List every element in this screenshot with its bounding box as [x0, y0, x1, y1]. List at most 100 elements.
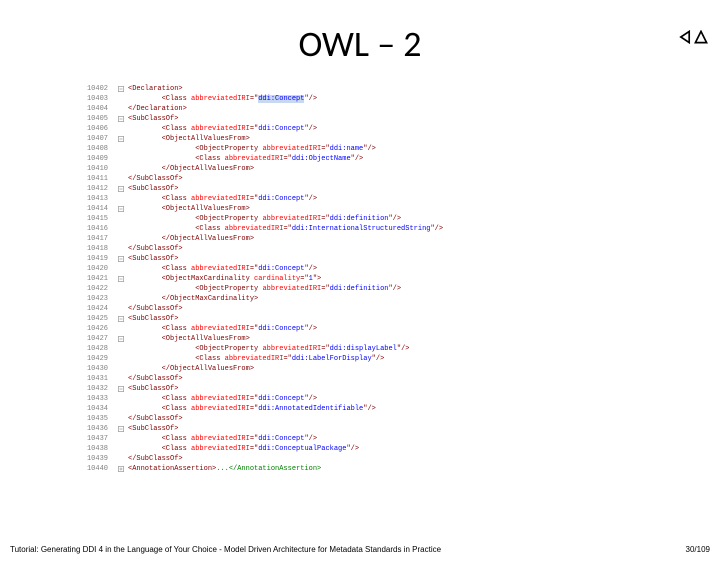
line-number: 10404 — [80, 104, 114, 114]
code-line: 10433 <Class abbreviatedIRI="ddi:Concept… — [80, 394, 640, 404]
line-number: 10420 — [80, 264, 114, 274]
code-line: 10435</SubClassOf> — [80, 414, 640, 424]
fold-gutter — [114, 234, 128, 244]
code-content: <Declaration> — [128, 84, 640, 94]
fold-gutter — [114, 124, 128, 134]
fold-gutter[interactable] — [114, 314, 128, 324]
fold-gutter — [114, 174, 128, 184]
fold-gutter — [114, 434, 128, 444]
code-content: <ObjectAllValuesFrom> — [128, 134, 640, 144]
code-content: <SubClassOf> — [128, 254, 640, 264]
code-content: <Class abbreviatedIRI="ddi:International… — [128, 224, 640, 234]
fold-gutter[interactable] — [114, 274, 128, 284]
line-number: 10426 — [80, 324, 114, 334]
line-number: 10407 — [80, 134, 114, 144]
code-line: 10402 <Declaration> — [80, 84, 640, 94]
prev-icon[interactable] — [678, 30, 692, 49]
fold-gutter — [114, 444, 128, 454]
code-line: 10431</SubClassOf> — [80, 374, 640, 384]
line-number: 10437 — [80, 434, 114, 444]
code-content: <Class abbreviatedIRI="ddi:ConceptualPac… — [128, 444, 640, 454]
code-content: <Class abbreviatedIRI="ddi:Concept"/> — [128, 264, 640, 274]
code-line: 10423 </ObjectMaxCardinality> — [80, 294, 640, 304]
fold-gutter[interactable] — [114, 84, 128, 94]
code-line: 10412<SubClassOf> — [80, 184, 640, 194]
code-content: </ObjectAllValuesFrom> — [128, 234, 640, 244]
footer-text: Tutorial: Generating DDI 4 in the Langua… — [10, 545, 441, 554]
line-number: 10416 — [80, 224, 114, 234]
line-number: 10435 — [80, 414, 114, 424]
code-content: <Class abbreviatedIRI="ddi:Concept"/> — [128, 94, 640, 104]
fold-gutter — [114, 414, 128, 424]
code-line: 10439 </SubClassOf> — [80, 454, 640, 464]
line-number: 10422 — [80, 284, 114, 294]
next-icon[interactable] — [694, 30, 708, 49]
fold-gutter[interactable] — [114, 334, 128, 344]
fold-gutter[interactable] — [114, 114, 128, 124]
line-number: 10405 — [80, 114, 114, 124]
code-content: <Class abbreviatedIRI="ddi:Concept"/> — [128, 324, 640, 334]
fold-gutter — [114, 394, 128, 404]
code-line: 10411</SubClassOf> — [80, 174, 640, 184]
code-line: 10415 <ObjectProperty abbreviatedIRI="dd… — [80, 214, 640, 224]
fold-gutter — [114, 214, 128, 224]
slide-footer: Tutorial: Generating DDI 4 in the Langua… — [10, 545, 710, 554]
code-content: </SubClassOf> — [128, 454, 640, 464]
line-number: 10414 — [80, 204, 114, 214]
code-content: </ObjectAllValuesFrom> — [128, 364, 640, 374]
code-content: <SubClassOf> — [128, 114, 640, 124]
code-line: 10434 <Class abbreviatedIRI="ddi:Annotat… — [80, 404, 640, 414]
line-number: 10425 — [80, 314, 114, 324]
line-number: 10403 — [80, 94, 114, 104]
code-content: <ObjectProperty abbreviatedIRI="ddi:defi… — [128, 284, 640, 294]
code-content: <Class abbreviatedIRI="ddi:ObjectName"/> — [128, 154, 640, 164]
fold-gutter[interactable] — [114, 464, 128, 474]
fold-gutter — [114, 244, 128, 254]
code-content: </SubClassOf> — [128, 304, 640, 314]
code-content: <Class abbreviatedIRI="ddi:LabelForDispl… — [128, 354, 640, 364]
fold-gutter — [114, 344, 128, 354]
code-content: <ObjectProperty abbreviatedIRI="ddi:name… — [128, 144, 640, 154]
code-content: <ObjectAllValuesFrom> — [128, 204, 640, 214]
line-number: 10428 — [80, 344, 114, 354]
code-line: 10408 <ObjectProperty abbreviatedIRI="dd… — [80, 144, 640, 154]
fold-gutter — [114, 164, 128, 174]
fold-gutter — [114, 264, 128, 274]
line-number: 10419 — [80, 254, 114, 264]
fold-gutter — [114, 324, 128, 334]
fold-gutter — [114, 304, 128, 314]
line-number: 10402 — [80, 84, 114, 94]
line-number: 10427 — [80, 334, 114, 344]
fold-gutter[interactable] — [114, 384, 128, 394]
line-number: 10408 — [80, 144, 114, 154]
code-content: </SubClassOf> — [128, 374, 640, 384]
code-line: 10409 <Class abbreviatedIRI="ddi:ObjectN… — [80, 154, 640, 164]
code-line: 10420 <Class abbreviatedIRI="ddi:Concept… — [80, 264, 640, 274]
fold-gutter — [114, 94, 128, 104]
fold-gutter[interactable] — [114, 254, 128, 264]
code-line: 10404</Declaration> — [80, 104, 640, 114]
line-number: 10439 — [80, 454, 114, 464]
code-line: 10416 <Class abbreviatedIRI="ddi:Interna… — [80, 224, 640, 234]
code-line: 10440<AnnotationAssertion>...</Annotatio… — [80, 464, 640, 474]
fold-gutter[interactable] — [114, 134, 128, 144]
fold-gutter — [114, 364, 128, 374]
code-line: 10407 <ObjectAllValuesFrom> — [80, 134, 640, 144]
code-line: 10417 </ObjectAllValuesFrom> — [80, 234, 640, 244]
code-content: <ObjectProperty abbreviatedIRI="ddi:defi… — [128, 214, 640, 224]
code-line: 10426 <Class abbreviatedIRI="ddi:Concept… — [80, 324, 640, 334]
fold-gutter[interactable] — [114, 424, 128, 434]
fold-gutter — [114, 284, 128, 294]
fold-gutter[interactable] — [114, 184, 128, 194]
code-line: 10427 <ObjectAllValuesFrom> — [80, 334, 640, 344]
code-line: 10437 <Class abbreviatedIRI="ddi:Concept… — [80, 434, 640, 444]
code-content: </SubClassOf> — [128, 244, 640, 254]
line-number: 10421 — [80, 274, 114, 284]
line-number: 10430 — [80, 364, 114, 374]
code-line: 10428 <ObjectProperty abbreviatedIRI="dd… — [80, 344, 640, 354]
code-line: 10424</SubClassOf> — [80, 304, 640, 314]
code-line: 10405 <SubClassOf> — [80, 114, 640, 124]
fold-gutter[interactable] — [114, 204, 128, 214]
code-content: <ObjectMaxCardinality cardinality="1"> — [128, 274, 640, 284]
code-content: <SubClassOf> — [128, 184, 640, 194]
